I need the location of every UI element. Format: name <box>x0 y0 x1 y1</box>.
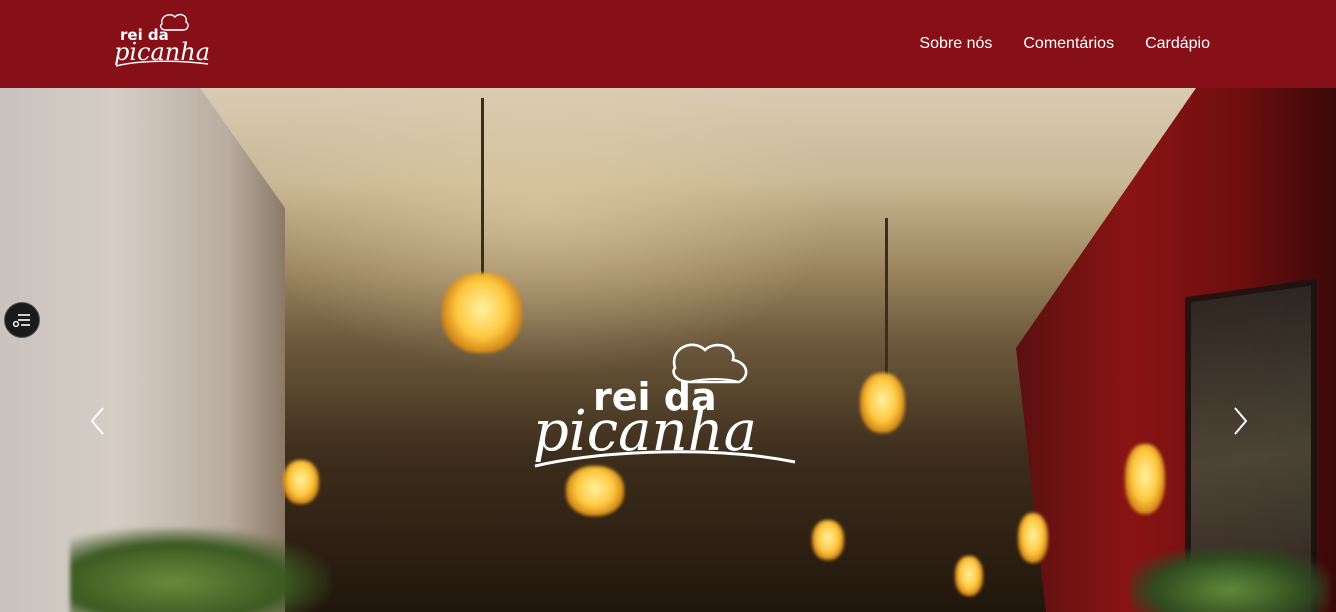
carousel-next-button[interactable] <box>1230 406 1250 436</box>
site-header: rei da picanha Sobre nós Comentários Car… <box>0 0 1336 88</box>
hero-bg-light <box>860 373 905 433</box>
hero-bg-cord <box>885 218 888 378</box>
nav-link-cardapio[interactable]: Cardápio <box>1145 35 1210 53</box>
hero-carousel: rei da picanha <box>0 88 1336 612</box>
main-nav: Sobre nós Comentários Cardápio <box>919 0 1210 88</box>
hero-bg-plant <box>1130 548 1330 612</box>
hero-bg-light <box>1125 444 1165 514</box>
hero-bg-light <box>283 460 319 504</box>
brand-logo-link[interactable]: rei da picanha <box>110 10 214 68</box>
hero-bg-light <box>1018 513 1048 563</box>
filter-settings-icon <box>12 314 30 328</box>
hero-bg-light <box>812 520 844 560</box>
hero-bg-plant <box>70 528 330 612</box>
chevron-left-icon <box>90 407 104 435</box>
hero-bg-light <box>566 466 624 516</box>
hero-bg-light <box>442 273 522 353</box>
floating-settings-button[interactable] <box>4 302 40 338</box>
hero-logo: rei da picanha <box>533 343 796 468</box>
chevron-right-icon <box>1234 407 1248 435</box>
brand-logo: rei da picanha <box>114 13 210 67</box>
hero-bg-light <box>955 556 983 596</box>
nav-link-comentarios[interactable]: Comentários <box>1023 35 1114 53</box>
carousel-prev-button[interactable] <box>88 406 108 436</box>
hero-bg-cord <box>481 98 484 283</box>
nav-link-sobre-nos[interactable]: Sobre nós <box>919 35 992 53</box>
